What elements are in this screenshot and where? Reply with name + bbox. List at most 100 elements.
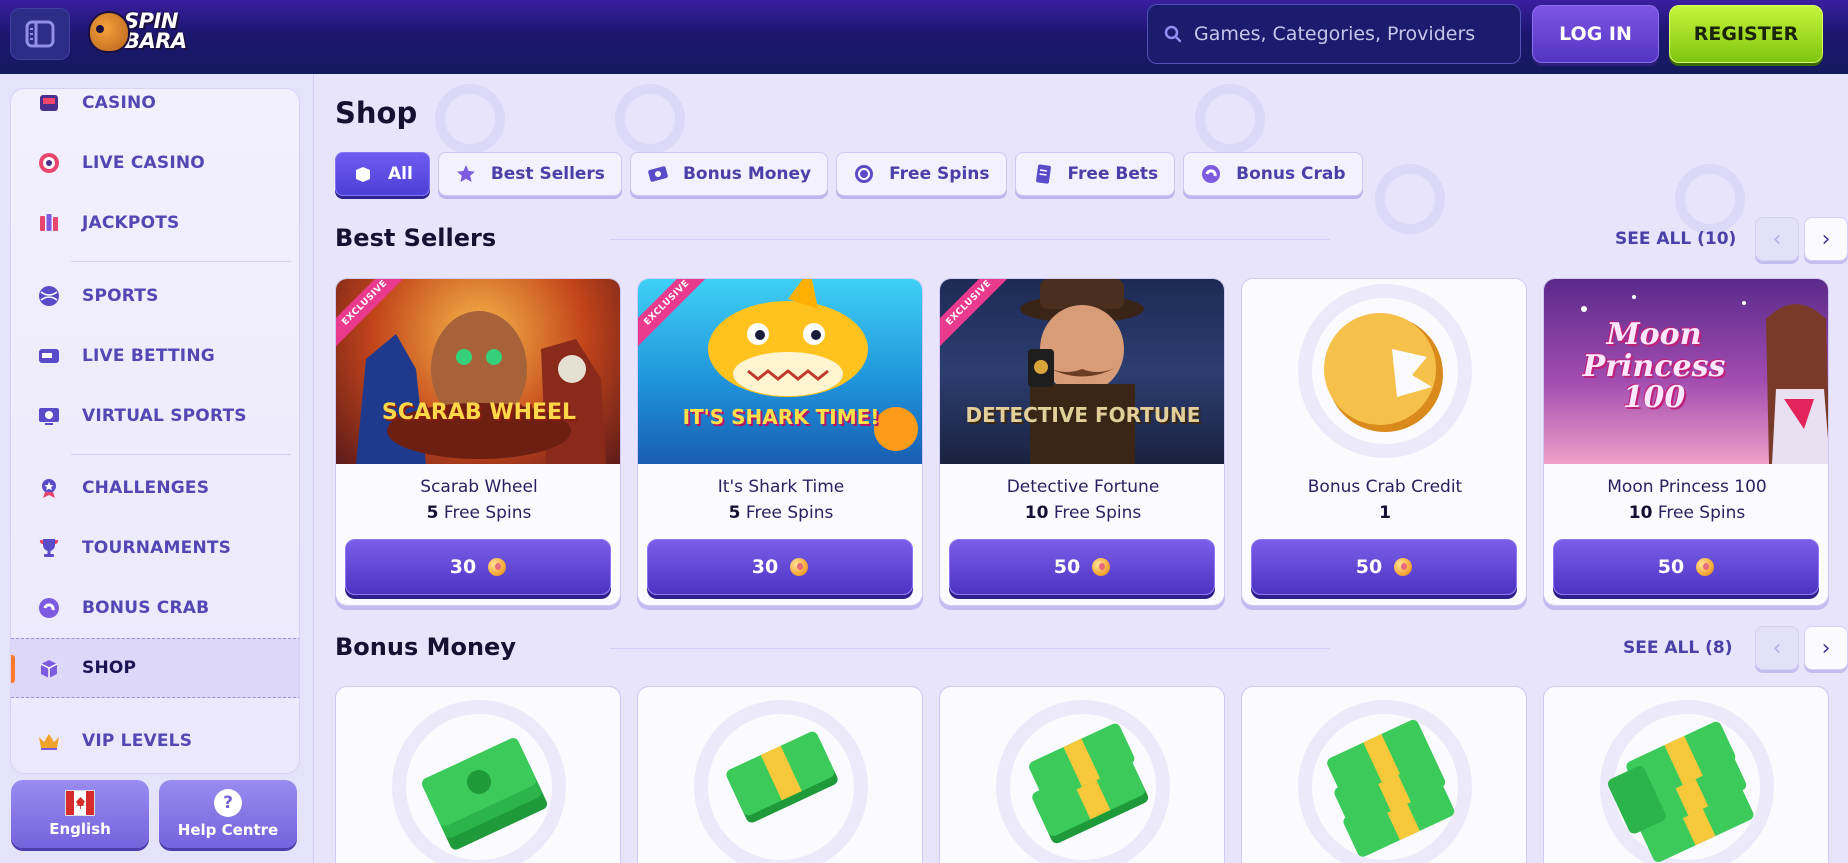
star-icon	[455, 163, 477, 185]
cash-pile-icon	[1600, 700, 1774, 863]
chevron-right-icon: ›	[1821, 635, 1831, 661]
sidebar-item-challenges[interactable]: CHALLENGES	[11, 458, 299, 518]
section-divider	[610, 239, 1330, 240]
bonus-crab-coin-icon	[1298, 284, 1472, 458]
page-title: Shop	[335, 96, 418, 130]
sidebar-item-casino[interactable]: CASINO	[11, 89, 299, 133]
price: 50	[1355, 556, 1383, 578]
cash-bundles-icon	[1298, 700, 1472, 863]
bonus-money-card[interactable]	[1543, 686, 1829, 863]
live-betting-icon	[36, 343, 62, 369]
see-all-best-sellers-link[interactable]: SEE ALL (10)	[1615, 229, 1736, 249]
sidebar-item-label: CHALLENGES	[82, 478, 210, 498]
buy-button[interactable]: 30	[345, 539, 611, 595]
filter-label: Free Bets	[1067, 164, 1159, 184]
shark-time-artwork: IT'S SHARK TIME! EXCLUSIVE	[638, 279, 922, 464]
register-button[interactable]: REGISTER	[1669, 5, 1823, 63]
best-sellers-prev-button[interactable]: ‹	[1755, 217, 1799, 261]
chevron-left-icon: ‹	[1772, 635, 1782, 661]
bonus-crab-icon	[36, 595, 62, 621]
section-title-bonus-money: Bonus Money	[335, 633, 516, 661]
sports-icon	[36, 283, 62, 309]
moon-princess-artwork: Moon Princess 100	[1544, 279, 1828, 464]
sidebar-item-label: LIVE BETTING	[82, 346, 215, 366]
bonus-money-card[interactable]	[637, 686, 923, 863]
filter-best-sellers[interactable]: Best Sellers	[437, 152, 622, 196]
filter-bonus-crab[interactable]: Bonus Crab	[1183, 152, 1363, 196]
card-reward: 5 Free Spins	[638, 503, 922, 523]
top-header: SPIN BARA LOG IN REGISTER	[0, 0, 1848, 74]
sidebar-item-sports[interactable]: SPORTS	[11, 266, 299, 326]
bonus-money-next-button[interactable]: ›	[1804, 626, 1848, 670]
nav-divider	[71, 454, 291, 455]
jackpots-icon	[36, 210, 62, 236]
spinbara-logo[interactable]: SPIN BARA	[88, 8, 223, 56]
sidebar-nav: CASINO LIVE CASINO JACKPOTS SPORTS LIVE	[10, 88, 300, 774]
filter-free-bets[interactable]: Free Bets	[1014, 152, 1176, 196]
search-icon	[1164, 25, 1182, 43]
help-centre-button[interactable]: ? Help Centre	[159, 780, 297, 848]
background-swirl	[1375, 164, 1445, 234]
buy-button[interactable]: 30	[647, 539, 913, 595]
shop-card-detective-fortune[interactable]: DETECTIVE FORTUNE EXCLUSIVE Detective Fo…	[939, 278, 1225, 606]
buy-button[interactable]: 50	[949, 539, 1215, 595]
filter-label: Bonus Crab	[1236, 164, 1346, 184]
help-icon: ?	[214, 789, 242, 817]
search-input[interactable]	[1194, 23, 1514, 45]
best-sellers-next-button[interactable]: ›	[1804, 217, 1848, 261]
filter-bonus-money[interactable]: Bonus Money	[629, 152, 829, 196]
bonus-money-icon	[647, 163, 669, 185]
bonus-money-card[interactable]	[939, 686, 1225, 863]
language-button[interactable]: English	[11, 780, 149, 848]
sidebar-item-vip-levels[interactable]: VIP LEVELS	[11, 711, 299, 771]
sidebar-toggle-button[interactable]	[10, 8, 70, 60]
shark-time-illustration	[708, 279, 918, 451]
section-title-best-sellers: Best Sellers	[335, 224, 497, 252]
sidebar-item-label: LIVE CASINO	[82, 153, 205, 173]
filter-free-spins[interactable]: Free Spins	[836, 152, 1007, 196]
shop-card-scarab-wheel[interactable]: SCARAB WHEEL EXCLUSIVE Scarab Wheel 5 Fr…	[335, 278, 621, 606]
buy-button[interactable]: 50	[1553, 539, 1819, 595]
shop-card-its-shark-time[interactable]: IT'S SHARK TIME! EXCLUSIVE It's Shark Ti…	[637, 278, 923, 606]
tournaments-icon	[36, 535, 62, 561]
coin-icon	[1394, 558, 1413, 576]
shop-card-bonus-crab-credit[interactable]: Bonus Crab Credit 1 50	[1241, 278, 1527, 606]
bonus-money-card[interactable]	[1241, 686, 1527, 863]
bonus-money-card[interactable]	[335, 686, 621, 863]
filter-all[interactable]: All	[335, 152, 430, 196]
sidebar-item-live-betting[interactable]: LIVE BETTING	[11, 326, 299, 386]
see-all-bonus-money-link[interactable]: SEE ALL (8)	[1623, 638, 1733, 658]
background-swirl	[1195, 84, 1265, 154]
sidebar-item-live-casino[interactable]: LIVE CASINO	[11, 133, 299, 193]
language-label: English	[49, 820, 111, 838]
reward-unit: Free Spins	[745, 503, 834, 523]
sidebar: CASINO LIVE CASINO JACKPOTS SPORTS LIVE	[0, 74, 314, 863]
login-button[interactable]: LOG IN	[1532, 5, 1659, 63]
capybara-mascot-icon	[88, 11, 130, 53]
scarab-wheel-artwork: SCARAB WHEEL EXCLUSIVE	[336, 279, 620, 464]
sidebar-item-bonus-crab[interactable]: BONUS CRAB	[11, 578, 299, 638]
coin-icon	[790, 558, 809, 576]
sidebar-item-jackpots[interactable]: JACKPOTS	[11, 193, 299, 253]
coin-icon	[1696, 558, 1715, 576]
shop-card-moon-princess-100[interactable]: Moon Princess 100 Moon Princess 100 10 F…	[1543, 278, 1829, 606]
nav-divider	[71, 261, 291, 262]
card-title: It's Shark Time	[717, 477, 845, 497]
bonus-money-prev-button[interactable]: ‹	[1755, 626, 1799, 670]
sidebar-item-label: VIRTUAL SPORTS	[82, 406, 247, 426]
card-title: Moon Princess 100	[1607, 477, 1767, 497]
live-casino-icon	[36, 150, 62, 176]
search-box[interactable]	[1147, 4, 1521, 64]
section-divider	[610, 648, 1330, 649]
sidebar-item-label: SHOP	[82, 658, 137, 678]
sidebar-item-shop[interactable]: SHOP	[11, 638, 299, 698]
chevron-right-icon: ›	[1821, 226, 1831, 252]
virtual-sports-icon	[36, 403, 62, 429]
sidebar-item-label: TOURNAMENTS	[82, 538, 232, 558]
buy-button[interactable]: 50	[1251, 539, 1517, 595]
reward-amount: 10	[1024, 503, 1049, 523]
reward-unit: Free Spins	[1657, 503, 1746, 523]
card-reward: 10 Free Spins	[940, 503, 1224, 523]
sidebar-item-tournaments[interactable]: TOURNAMENTS	[11, 518, 299, 578]
sidebar-item-virtual-sports[interactable]: VIRTUAL SPORTS	[11, 386, 299, 446]
